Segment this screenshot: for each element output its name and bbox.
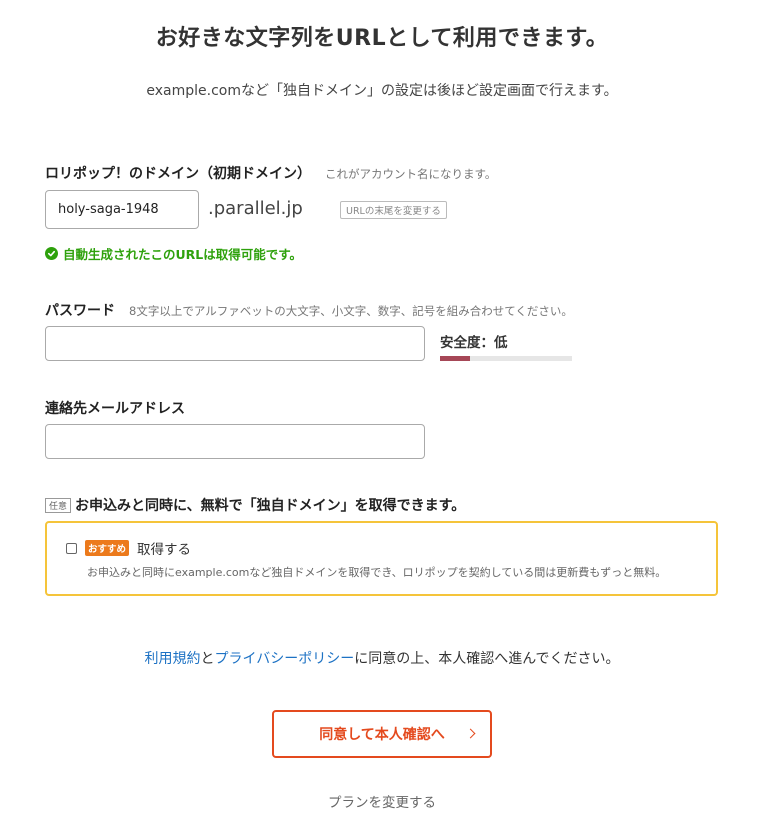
change-url-suffix-button[interactable]: URLの末尾を変更する bbox=[340, 201, 447, 219]
domain-section-label: ロリポップ！のドメイン（初期ドメイン） これがアカウント名になります。 bbox=[45, 163, 496, 183]
change-plan-link[interactable]: プランを変更する bbox=[0, 791, 764, 811]
privacy-policy-link[interactable]: プライバシーポリシー bbox=[214, 651, 354, 667]
chevron-right-icon bbox=[465, 728, 476, 739]
recommend-badge: おすすめ bbox=[85, 540, 130, 556]
check-circle-icon bbox=[45, 247, 58, 260]
own-domain-heading-row: 任意 お申込みと同時に、無料で「独自ドメイン」を取得できます。 bbox=[45, 495, 465, 515]
terms-link[interactable]: 利用規約 bbox=[144, 651, 200, 667]
own-domain-box: おすすめ 取得する お申込みと同時にexample.comなど独自ドメインを取得… bbox=[45, 521, 718, 596]
agreement-rest: に同意の上、本人確認へ進んでください。 bbox=[354, 651, 620, 667]
availability-message: 自動生成されたこのURLは取得可能です。 bbox=[45, 244, 302, 263]
password-input[interactable] bbox=[45, 326, 425, 361]
strength-meter bbox=[440, 356, 572, 361]
own-domain-option[interactable]: おすすめ 取得する bbox=[66, 538, 191, 558]
own-domain-checkbox-label[interactable]: 取得する bbox=[137, 538, 191, 558]
domain-input[interactable] bbox=[45, 190, 199, 229]
optional-badge: 任意 bbox=[45, 498, 72, 513]
strength-meter-fill bbox=[440, 356, 471, 361]
own-domain-checkbox[interactable] bbox=[66, 542, 77, 554]
page-subtitle: example.comなど「独自ドメイン」の設定は後ほど設定画面で行えます。 bbox=[146, 83, 618, 99]
domain-hint: これがアカウント名になります。 bbox=[325, 167, 497, 181]
agreement-connector: と bbox=[200, 651, 215, 667]
availability-text: 自動生成されたこのURLは取得可能です。 bbox=[63, 247, 302, 262]
domain-suffix: .parallel.jp bbox=[208, 198, 303, 219]
strength-label: 安全度：低 bbox=[440, 335, 508, 351]
agreement-text: 利用規約とプライバシーポリシーに同意の上、本人確認へ進んでください。 bbox=[0, 648, 764, 668]
password-hint: 8文字以上でアルファベットの大文字、小文字、数字、記号を組み合わせてください。 bbox=[129, 304, 573, 318]
own-domain-description: お申込みと同時にexample.comなど独自ドメインを取得でき、ロリポップを契… bbox=[87, 566, 667, 579]
email-input[interactable] bbox=[45, 424, 425, 459]
page-title: お好きな文字列をURLとして利用できます。 bbox=[155, 26, 609, 51]
password-label: パスワード bbox=[45, 303, 115, 319]
password-section-label: パスワード 8文字以上でアルファベットの大文字、小文字、数字、記号を組み合わせてく… bbox=[45, 300, 573, 320]
agree-and-verify-button[interactable]: 同意して本人確認へ bbox=[272, 710, 492, 758]
own-domain-heading: お申込みと同時に、無料で「独自ドメイン」を取得できます。 bbox=[75, 498, 466, 514]
email-label: 連絡先メールアドレス bbox=[45, 401, 185, 417]
domain-label: ロリポップ！のドメイン（初期ドメイン） bbox=[45, 166, 311, 182]
agree-and-verify-label: 同意して本人確認へ bbox=[319, 727, 445, 743]
